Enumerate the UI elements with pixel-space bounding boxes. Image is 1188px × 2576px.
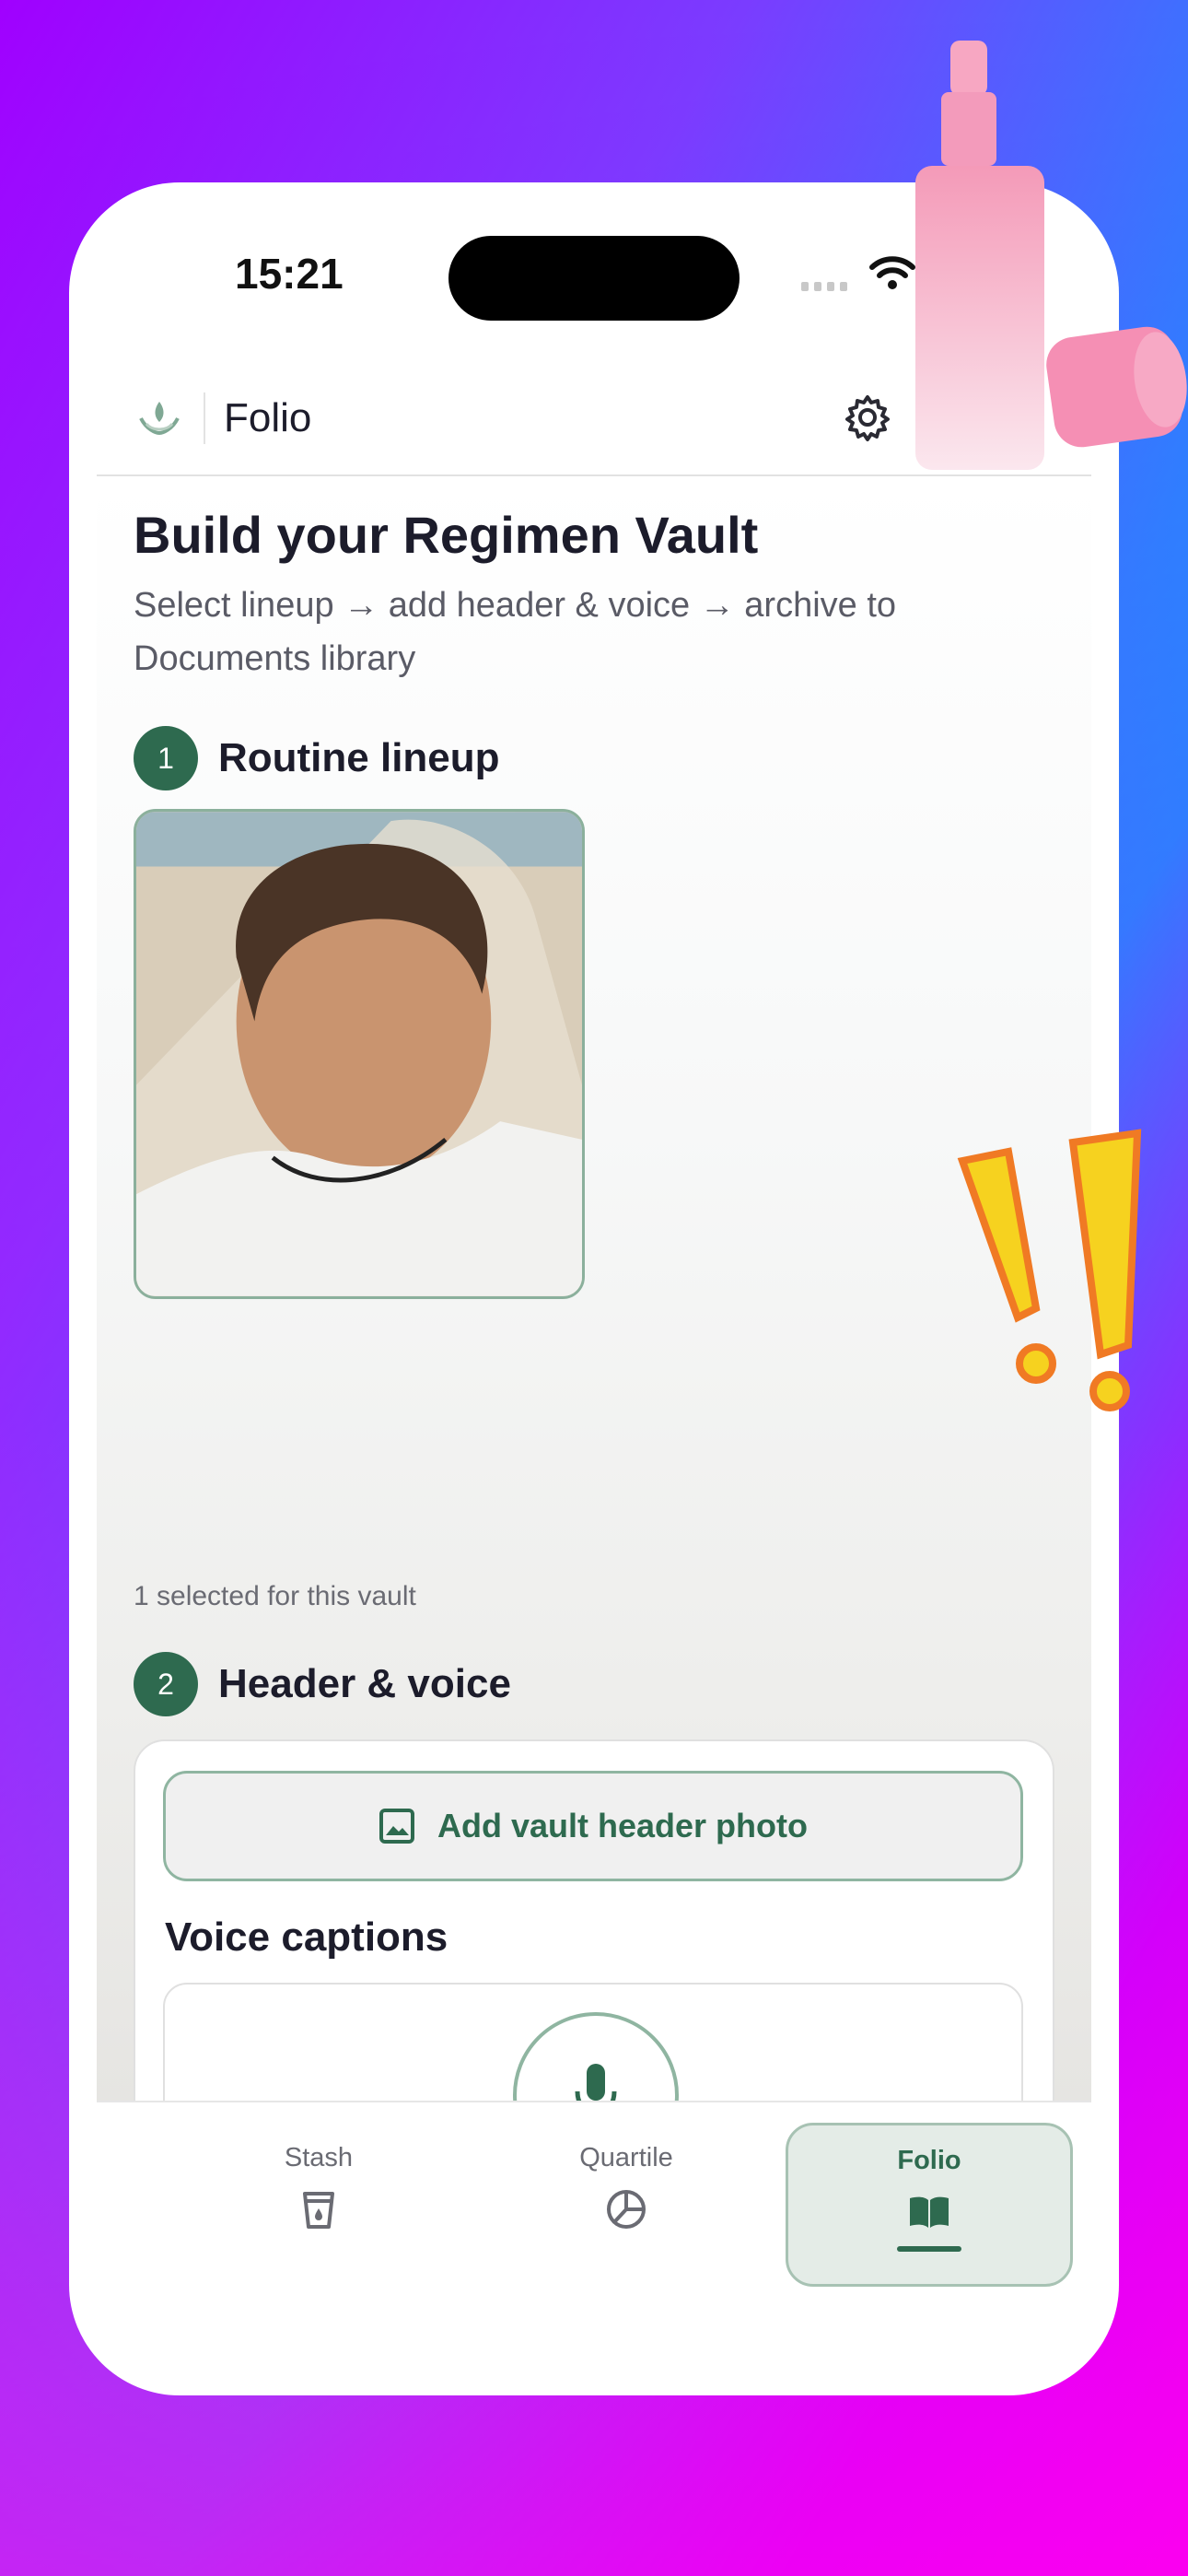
step-1-header: 1 Routine lineup <box>134 726 500 790</box>
step-1-badge: 1 <box>134 726 198 790</box>
voice-captions-title: Voice captions <box>165 1914 448 1960</box>
vault-builder-content: Build your Regimen Vault Select lineup →… <box>97 477 1091 2101</box>
header-voice-card: Add vault header photo Voice captions <box>134 1739 1054 2101</box>
add-header-photo-button[interactable]: Add vault header photo <box>163 1771 1023 1881</box>
header-divider <box>204 392 205 444</box>
signal-icon <box>801 282 847 291</box>
exclamation-sticker <box>957 1129 1142 1411</box>
tab-quartile-label: Quartile <box>579 2143 673 2172</box>
gear-icon[interactable] <box>842 392 893 443</box>
page-title: Build your Regimen Vault <box>134 506 759 564</box>
dynamic-island <box>448 236 740 321</box>
step-2-header: 2 Header & voice <box>134 1652 511 1716</box>
step-2-label: Header & voice <box>218 1661 511 1706</box>
tab-folio-label: Folio <box>897 2146 961 2175</box>
bottom-tab-bar: Stash Quartile Folio <box>97 2101 1091 2303</box>
status-time: 15:21 <box>235 250 344 298</box>
tab-stash[interactable]: Stash <box>175 2123 462 2287</box>
page-subtitle: Select lineup → add header & voice → arc… <box>134 586 897 678</box>
microphone-icon <box>575 2064 617 2101</box>
leaf-logo-icon <box>139 402 180 436</box>
pie-chart-icon <box>607 2190 646 2229</box>
image-icon <box>379 1809 414 1844</box>
tab-folio[interactable]: Folio <box>786 2123 1073 2287</box>
active-tab-indicator <box>897 2246 961 2252</box>
cup-icon <box>303 2192 334 2229</box>
book-icon <box>910 2196 949 2228</box>
wifi-icon <box>869 256 915 289</box>
app-title: Folio <box>224 395 312 440</box>
add-header-photo-label: Add vault header photo <box>437 1807 808 1844</box>
record-voice-button[interactable] <box>513 2012 679 2101</box>
step-1-label: Routine lineup <box>218 735 500 780</box>
tab-stash-label: Stash <box>284 2143 354 2172</box>
portrait-photo <box>136 812 582 1296</box>
lineup-photo-thumbnail[interactable] <box>134 809 585 1299</box>
spray-bottle-sticker <box>915 41 1187 470</box>
step-2-badge: 2 <box>134 1652 198 1716</box>
voice-caption-area <box>163 1983 1023 2101</box>
selection-count: 1 selected for this vault <box>134 1581 416 1611</box>
tab-quartile[interactable]: Quartile <box>483 2123 770 2287</box>
